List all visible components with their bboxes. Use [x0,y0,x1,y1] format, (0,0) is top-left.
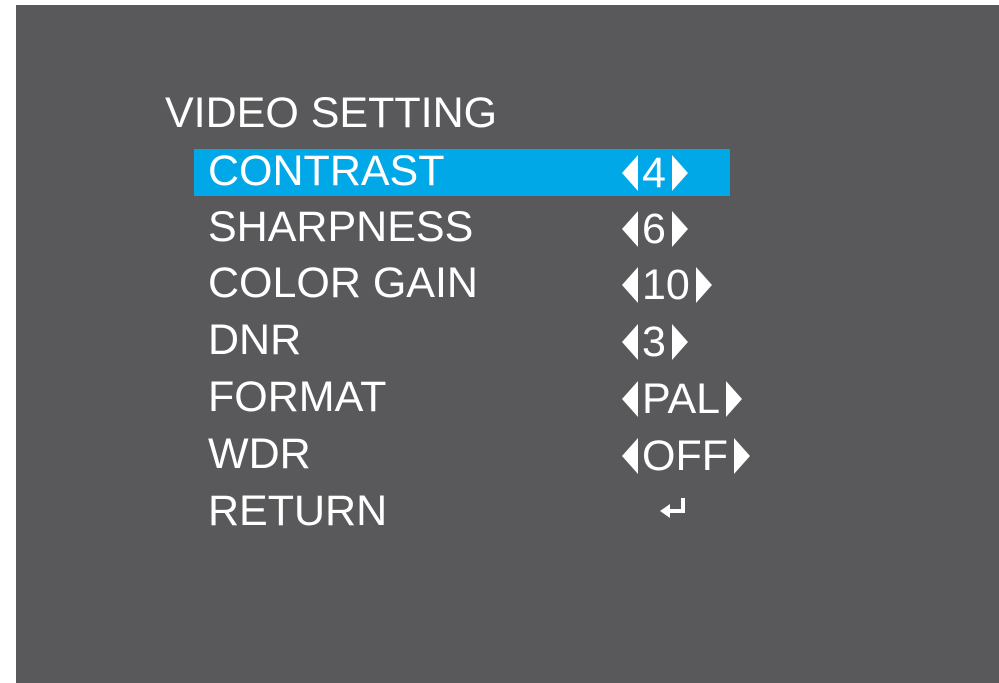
menu-item-contrast[interactable]: CONTRAST 4 [194,147,730,197]
arrow-right-icon[interactable] [671,154,688,191]
arrow-right-icon[interactable] [733,437,750,474]
menu-item-value: 10 [642,261,690,309]
menu-item-label: CONTRAST [208,147,445,195]
menu-item-label: COLOR GAIN [208,259,478,307]
arrow-right-icon[interactable] [726,380,743,417]
menu-item-value: 4 [642,149,666,197]
menu-item-label: RETURN [208,487,388,535]
menu-item-dnr[interactable]: DNR 3 [194,316,730,366]
osd-menu-screen: VIDEO SETTING CONTRAST 4 SHARPNESS 6 COL… [16,5,999,683]
menu-item-color-gain[interactable]: COLOR GAIN 10 [194,259,730,309]
menu-item-value: 6 [642,205,666,253]
menu-item-value: PAL [642,375,721,423]
menu-item-value: 3 [642,318,666,366]
return-enter-icon[interactable] [656,495,690,523]
value-selector[interactable]: OFF [622,432,750,480]
value-selector[interactable]: 4 [622,149,688,197]
value-selector[interactable]: 10 [622,261,712,309]
value-selector[interactable]: 3 [622,318,688,366]
arrow-left-icon[interactable] [622,154,638,191]
menu-item-sharpness[interactable]: SHARPNESS 6 [194,203,730,253]
arrow-left-icon[interactable] [622,323,638,360]
menu-item-label: WDR [208,430,311,478]
menu-item-label: DNR [208,316,302,364]
arrow-left-icon[interactable] [622,266,638,303]
menu-item-return[interactable]: RETURN [194,487,730,536]
arrow-left-icon[interactable] [622,210,638,247]
value-selector[interactable]: 6 [622,205,688,253]
menu-item-format[interactable]: FORMAT PAL [194,373,743,423]
arrow-left-icon[interactable] [622,380,638,417]
menu-item-value: OFF [642,432,728,480]
arrow-right-icon[interactable] [671,210,688,247]
menu-item-wdr[interactable]: WDR OFF [194,430,750,480]
arrow-left-icon[interactable] [622,437,638,474]
menu-title: VIDEO SETTING [165,89,498,137]
value-selector[interactable]: PAL [622,375,743,423]
menu-item-label: FORMAT [208,373,387,421]
arrow-right-icon[interactable] [695,266,712,303]
arrow-right-icon[interactable] [671,323,688,360]
menu-item-label: SHARPNESS [208,203,474,251]
